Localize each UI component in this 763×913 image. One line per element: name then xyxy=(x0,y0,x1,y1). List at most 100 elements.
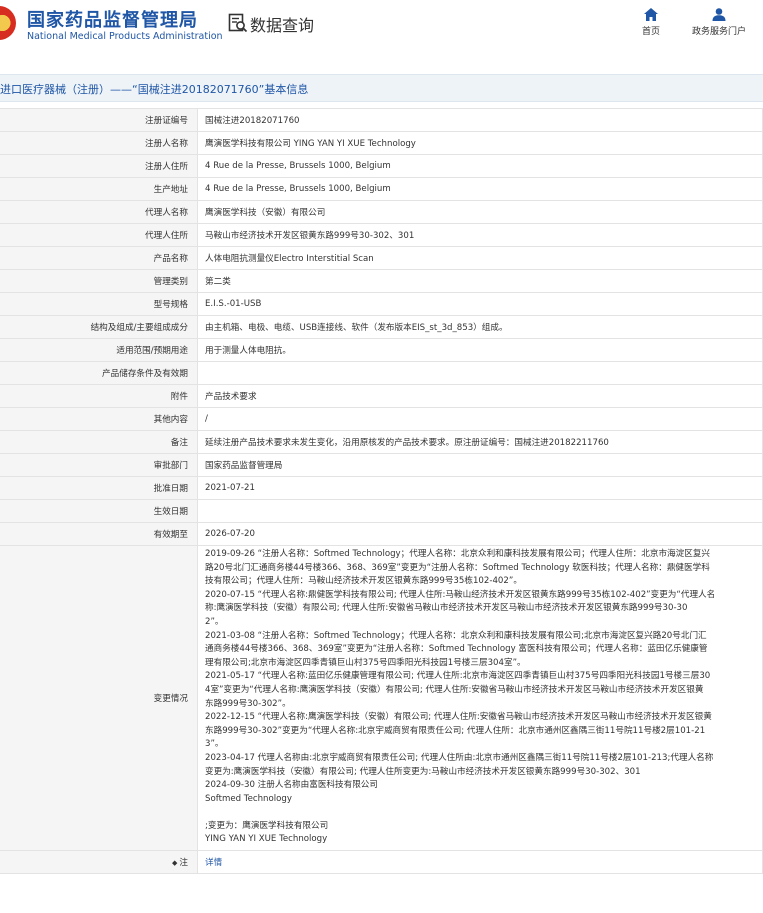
change-line: 2024-09-30 注册人名称由富医科技有限公司 xyxy=(205,780,378,791)
change-line: 通商务楼44号楼366、368、369室”变更为“注册人名称：Softmed T… xyxy=(205,644,708,655)
table-row: 审批部门 国家药品监督管理局 xyxy=(0,453,763,477)
nav-home[interactable]: 首页 xyxy=(636,8,666,37)
field-value: / xyxy=(197,407,763,431)
nav-service-portal-label: 政务服务门户 xyxy=(691,27,746,37)
data-query-icon xyxy=(228,13,248,33)
field-value: 国家药品监督管理局 xyxy=(197,453,763,477)
field-label: 注册人名称 xyxy=(0,131,198,155)
nav-service-portal[interactable]: 政务服务门户 xyxy=(688,8,750,37)
site-header: 国家药品监督管理局 National Medical Products Admi… xyxy=(0,0,763,48)
table-row: 型号规格 E.I.S.-01-USB xyxy=(0,292,763,316)
field-label: 有效期至 xyxy=(0,522,198,546)
field-value: 产品技术要求 xyxy=(197,384,763,408)
change-history: 2019-09-26 “注册人名称：Softmed Technology；代理人… xyxy=(197,544,763,852)
field-label: 备注 xyxy=(0,430,198,454)
change-line: 2”。 xyxy=(205,616,224,627)
table-row: 备注 延续注册产品技术要求未发生变化，沿用原核发的产品技术要求。原注册证编号：国械… xyxy=(0,430,763,454)
field-label: 生产地址 xyxy=(0,177,198,201)
change-line: 称:鹰演医学科技（安徽）有限公司; 代理人住所:安徽省马鞍山市经济技术开发区马鞍… xyxy=(205,603,688,614)
logo-chinese[interactable]: 国家药品监督管理局 xyxy=(27,6,198,32)
field-value xyxy=(197,361,763,385)
note-row: ◆ 注详情 xyxy=(0,850,763,875)
field-value: 由主机箱、电极、电缆、USB连接线、软件（发布版本EIS_st_3d_853）组… xyxy=(197,315,763,339)
field-value: 鹰演医学科技（安徽）有限公司 xyxy=(197,200,763,224)
field-label: 产品名称 xyxy=(0,246,198,270)
change-line: 东路999号30-302”。 xyxy=(205,698,291,709)
field-value: 2021-07-21 xyxy=(197,476,763,500)
table-row: 产品名称 人体电阻抗测量仪Electro Interstitial Scan xyxy=(0,246,763,270)
field-value: 人体电阻抗测量仪Electro Interstitial Scan xyxy=(197,246,763,270)
field-label: 产品储存条件及有效期 xyxy=(0,361,198,385)
change-line: 2020-07-15 “代理人名称:鼎健医学科技有限公司; 代理人住所:马鞍山经… xyxy=(205,589,716,600)
change-line: YING YAN YI XUE Technology xyxy=(205,834,328,845)
data-query-title: 数据查询 xyxy=(250,16,315,35)
field-value: 2026-07-20 xyxy=(197,522,763,546)
table-row: 代理人住所 马鞍山市经济技术开发区银黄东路999号30-302、301 xyxy=(0,223,763,247)
change-line: 4室”变更为“代理人名称:鹰演医学科技（安徽）有限公司; 代理人住所:安徽省马鞍… xyxy=(205,684,704,695)
change-line: 东路999号30-302”变更为“代理人名称:北京宇威商贸有限责任公司; 代理人… xyxy=(205,725,706,736)
field-label: 代理人住所 xyxy=(0,223,198,247)
device-info-table: 注册证编号 国械注进20182071760 注册人名称 鹰演医学科技有限公司 YING… xyxy=(0,108,763,875)
field-value: 国械注进20182071760 xyxy=(197,108,763,132)
field-value: E.I.S.-01-USB xyxy=(197,292,763,316)
table-row: 注册人住所 4 Rue de la Presse, Brussels 1000, … xyxy=(0,154,763,178)
change-line: 2022-12-15 “代理人名称:鹰演医学科技（安徽）有限公司; 代理人住所:… xyxy=(205,712,712,723)
field-label: 其他内容 xyxy=(0,407,198,431)
field-value: 延续注册产品技术要求未发生变化，沿用原核发的产品技术要求。原注册证编号：国械注进… xyxy=(197,430,763,454)
field-label: 管理类别 xyxy=(0,269,198,293)
record-title: 进口医疗器械（注册）——“国械注进20182071760”基本信息 xyxy=(0,83,309,96)
table-row: 注册证编号 国械注进20182071760 xyxy=(0,108,763,132)
national-emblem-icon xyxy=(0,6,16,40)
change-line: 2021-03-08 “注册人名称：Softmed Technology；代理人… xyxy=(205,630,707,641)
record-title-bar: 进口医疗器械（注册）——“国械注进20182071760”基本信息 xyxy=(0,74,763,102)
change-line: 技有限公司；代理人住所：马鞍山经济技术开发区银黄东路999号35栋102-402… xyxy=(205,576,522,587)
field-label: 型号规格 xyxy=(0,292,198,316)
field-value: 鹰演医学科技有限公司 YING YAN YI XUE Technology xyxy=(197,131,763,155)
detail-link[interactable]: 详情 xyxy=(205,858,222,868)
table-row: 适用范围/预期用途 用于测量人体电阻抗。 xyxy=(0,338,763,362)
change-line: Softmed Technology xyxy=(205,793,292,804)
home-icon xyxy=(644,8,658,21)
field-label: 注册人住所 xyxy=(0,154,198,178)
field-value xyxy=(197,499,763,523)
change-line: 理有限公司;北京市海淀区四季青镇巨山村375号四季阳光科技园1号楼三层304室”… xyxy=(205,657,526,668)
change-line: 路20号北门汇通商务楼44号楼366、368、369室”变更为“注册人名称：So… xyxy=(205,562,710,573)
field-value: 4 Rue de la Presse, Brussels 1000, Belgi… xyxy=(197,154,763,178)
field-label: 结构及组成/主要组成成分 xyxy=(0,315,198,339)
field-value: 用于测量人体电阻抗。 xyxy=(197,338,763,362)
change-line: ;变更为：鹰演医学科技有限公司 xyxy=(205,820,329,831)
change-line: 3”。 xyxy=(205,739,224,750)
table-row: 管理类别 第二类 xyxy=(0,269,763,293)
field-label: 适用范围/预期用途 xyxy=(0,338,198,362)
field-label: 代理人名称 xyxy=(0,200,198,224)
field-label: 附件 xyxy=(0,384,198,408)
change-line: 变更为:鹰演医学科技（安徽）有限公司; 代理人住所变更为:马鞍山市经济技术开发区… xyxy=(205,766,641,777)
field-value: 马鞍山市经济技术开发区银黄东路999号30-302、301 xyxy=(197,223,763,247)
note-label-cell: ◆ 注 xyxy=(0,850,198,875)
bullet-icon: ◆ xyxy=(172,859,178,868)
table-row: 产品储存条件及有效期 xyxy=(0,361,763,385)
change-line: 2019-09-26 “注册人名称：Softmed Technology；代理人… xyxy=(205,549,711,559)
logo-english[interactable]: National Medical Products Administration xyxy=(27,31,223,42)
table-row: 生产地址 4 Rue de la Presse, Brussels 1000, B… xyxy=(0,177,763,201)
field-value: 第二类 xyxy=(197,269,763,293)
table-row: 注册人名称 鹰演医学科技有限公司 YING YAN YI XUE Technolo… xyxy=(0,131,763,155)
change-line: 2023-04-17 代理人名称由:北京宇威商贸有限责任公司; 代理人住所由:北… xyxy=(205,752,714,763)
user-icon xyxy=(712,8,726,21)
change-history-row: 变更情况 2019-09-26 “注册人名称：Softmed Technology… xyxy=(0,544,763,852)
note-label: 注 xyxy=(179,858,188,869)
field-label: 生效日期 xyxy=(0,499,198,523)
change-line: 2021-05-17 “代理人名称:蓝田亿乐健康管理有限公司; 代理人住所:北京… xyxy=(205,671,711,682)
field-label: 变更情况 xyxy=(0,544,198,852)
table-row: 结构及组成/主要组成成分 由主机箱、电极、电缆、USB连接线、软件（发布版本EIS… xyxy=(0,315,763,339)
table-row: 生效日期 xyxy=(0,499,763,523)
field-label: 审批部门 xyxy=(0,453,198,477)
table-row: 有效期至 2026-07-20 xyxy=(0,522,763,546)
change-line xyxy=(205,806,756,820)
table-row: 其他内容 / xyxy=(0,407,763,431)
note-value-cell: 详情 xyxy=(197,850,763,875)
nav-home-label: 首页 xyxy=(641,27,660,37)
field-value: 4 Rue de la Presse, Brussels 1000, Belgi… xyxy=(197,177,763,201)
field-label: 注册证编号 xyxy=(0,108,198,132)
table-row: 批准日期 2021-07-21 xyxy=(0,476,763,500)
